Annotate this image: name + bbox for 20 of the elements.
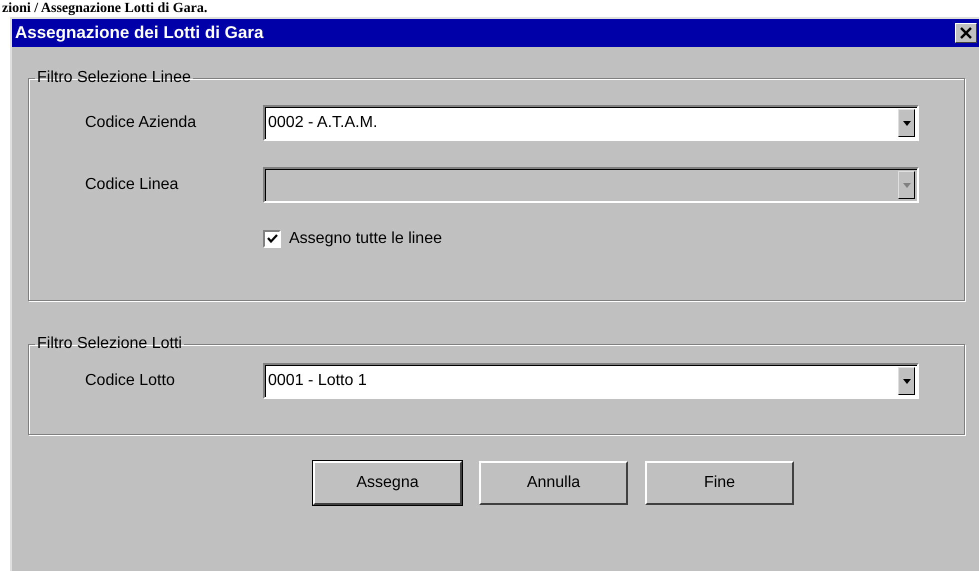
dialog-button[interactable]: Fine — [645, 461, 794, 505]
page-heading: zioni / Assegnazione Lotti di Gara. — [1, 0, 208, 17]
field-label: Codice Linea — [85, 176, 180, 194]
field-label: Codice Azienda — [85, 114, 198, 132]
dropdown-arrow-icon — [902, 378, 910, 384]
dropdown-arrow-icon — [902, 182, 910, 188]
dropdown-arrow-icon — [902, 120, 910, 126]
checkbox-label: Assegno tutte le linee — [289, 230, 442, 248]
group-title: Filtro Selezione Linee — [36, 69, 192, 87]
checkbox[interactable] — [263, 230, 281, 248]
dropdown-field[interactable]: 0001 - Lotto 1 — [263, 363, 919, 399]
checkmark-icon — [266, 234, 278, 244]
dialog-button[interactable]: Assegna — [313, 461, 462, 505]
window-title: Assegnazione dei Lotti di Gara — [15, 23, 264, 43]
close-button[interactable] — [955, 23, 977, 43]
field-label: Codice Lotto — [85, 372, 176, 390]
dropdown-field[interactable]: 0002 - A.T.A.M. — [263, 105, 919, 141]
dialog-button[interactable]: Annulla — [479, 461, 628, 505]
close-icon — [959, 27, 973, 39]
group-title: Filtro Selezione Lotti — [36, 335, 183, 353]
